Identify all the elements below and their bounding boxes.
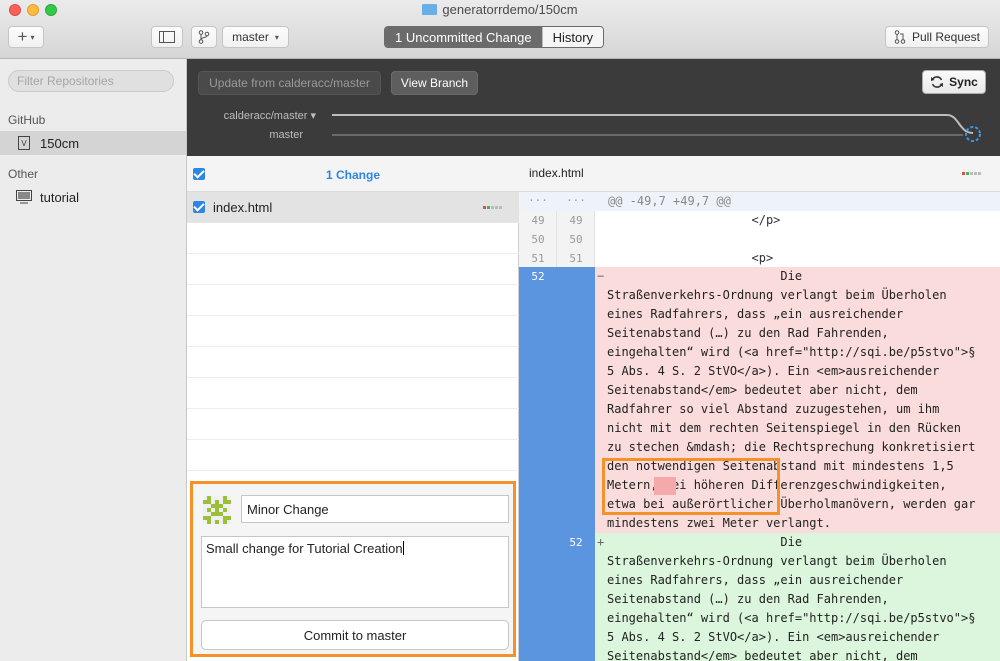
changed-file-name: index.html	[213, 200, 273, 215]
branch-select[interactable]: master ▾	[222, 26, 289, 48]
sidebar-item-150cm[interactable]: V 150cm	[0, 131, 186, 155]
tab-history[interactable]: History	[541, 27, 604, 47]
list-item	[187, 254, 519, 285]
diff-panel: index.html ··· ··· @@ -49,7 +49,7 @@ 49 …	[519, 156, 1000, 661]
text-cursor	[402, 541, 404, 555]
hunk-header-row: ··· ··· @@ -49,7 +49,7 @@	[519, 192, 1000, 211]
changed-lines-gutter	[519, 267, 595, 661]
diff-stat-icon	[483, 206, 502, 209]
pull-request-icon	[894, 30, 906, 44]
repository-sidebar: Filter Repositories GitHub V 150cm Other…	[0, 59, 187, 661]
removed-marker: −	[597, 269, 605, 283]
window-title: generatorrdemo/150cm	[0, 2, 1000, 17]
added-lines-block: + Die Straßenverkehrs-Ordnung verlangt b…	[595, 533, 1000, 661]
group-label-github: GitHub	[8, 113, 46, 127]
tab-uncommitted-changes[interactable]: 1 Uncommitted Change	[385, 27, 542, 47]
commit-description-input[interactable]: Small change for Tutorial Creation	[201, 536, 509, 608]
changed-file-row[interactable]: index.html	[187, 192, 519, 223]
filter-repositories-input[interactable]: Filter Repositories	[8, 70, 174, 92]
list-item	[187, 409, 519, 440]
list-item	[187, 440, 519, 471]
diff-header: index.html	[519, 156, 1000, 192]
diff-file-name: index.html	[529, 166, 584, 180]
list-item	[187, 223, 519, 254]
view-tabs: 1 Uncommitted Change History	[384, 26, 605, 48]
list-item	[187, 285, 519, 316]
added-line-number: 52	[569, 536, 583, 549]
toggle-sidebar-button[interactable]	[151, 26, 183, 48]
sync-bar: Update from calderacc/master View Branch…	[187, 59, 1000, 156]
changes-count: 1 Change	[325, 168, 380, 182]
file-include-checkbox[interactable]	[193, 201, 205, 213]
list-item	[187, 347, 519, 378]
chevron-down-icon: ▾	[30, 32, 35, 42]
sidebar-item-tutorial[interactable]: tutorial	[0, 185, 186, 209]
commit-form: Minor Change Small change for Tutorial C…	[190, 481, 516, 657]
diff-context-line: 50 50	[531, 233, 583, 246]
pull-request-button[interactable]: Pull Request	[885, 26, 989, 48]
computer-icon	[16, 190, 32, 204]
diff-context-line: 51 51 <p>	[531, 251, 774, 265]
branch-button[interactable]	[191, 26, 217, 48]
list-item	[187, 378, 519, 409]
changes-header: 1 Change	[187, 156, 519, 192]
add-repository-button[interactable]: + ▾	[8, 26, 44, 48]
diff-context-line: 49 49 </p>	[531, 213, 781, 227]
window-toolbar: generatorrdemo/150cm + ▾ master ▾ 1 Unco…	[0, 0, 1000, 59]
sidebar-icon	[159, 31, 175, 43]
commit-summary-input[interactable]: Minor Change	[241, 495, 509, 523]
folder-icon	[422, 4, 438, 15]
highlight-annotation-box	[602, 458, 780, 515]
commit-button[interactable]: Commit to master	[201, 620, 509, 650]
group-label-other: Other	[8, 167, 39, 181]
added-marker: +	[597, 535, 605, 549]
repository-icon: V	[18, 136, 30, 150]
hunk-header: @@ -49,7 +49,7 @@	[608, 194, 731, 208]
changes-panel: 1 Change index.html Minor Change Small c…	[187, 156, 519, 661]
branch-timeline	[332, 114, 981, 142]
chevron-down-icon: ▾	[274, 32, 279, 42]
list-item	[187, 316, 519, 347]
branch-icon	[198, 30, 210, 44]
diff-stat-icon	[962, 172, 981, 175]
removed-line-number: 52	[531, 270, 545, 283]
avatar	[203, 496, 231, 524]
svg-text:V: V	[21, 139, 27, 148]
